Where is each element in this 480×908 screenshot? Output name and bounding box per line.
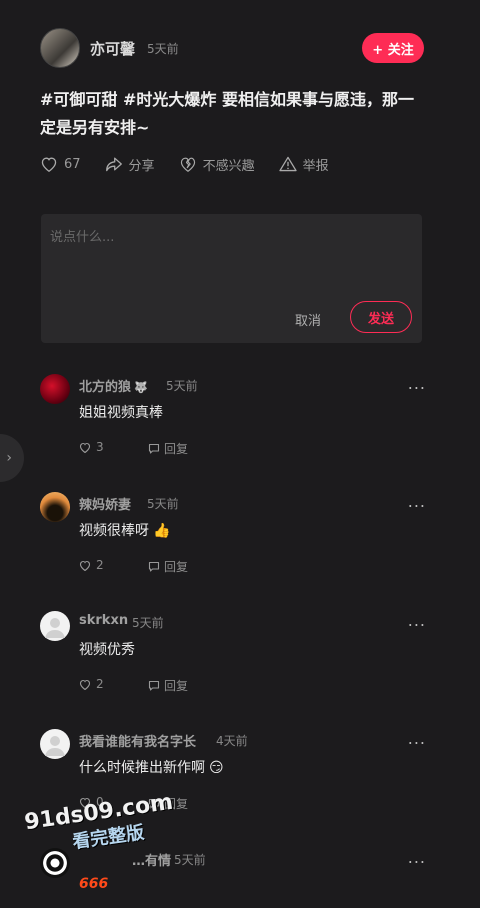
report-button[interactable]: 举报 <box>278 155 329 174</box>
comment-item: 辣妈娇妻 5天前 ... 视频很棒呀 👍 2 回复 <box>40 492 430 602</box>
comment-item: …有情 5天前 ... 666 <box>40 848 430 908</box>
follow-label: + 关注 <box>372 42 414 58</box>
post-time: 5天前 <box>147 41 179 56</box>
comment-like-button[interactable]: 0 <box>79 795 104 809</box>
share-label: 分享 <box>128 158 155 174</box>
comment-time: 5天前 <box>132 616 164 630</box>
not-interested-button[interactable]: 不感兴趣 <box>179 155 255 174</box>
reply-label: 回复 <box>164 797 189 811</box>
commenter-name[interactable]: 辣妈娇妻 <box>79 494 131 513</box>
chevron-right-icon: › <box>6 450 12 466</box>
like-button[interactable]: 67 <box>40 156 81 172</box>
comment-time: 5天前 <box>166 379 198 393</box>
commenter-avatar[interactable] <box>40 611 70 641</box>
warning-icon <box>278 156 297 172</box>
default-avatar-icon <box>45 736 65 756</box>
more-options-button[interactable]: ... <box>408 492 426 511</box>
comment-time: 4天前 <box>216 734 248 748</box>
comment-time: 5天前 <box>147 497 179 511</box>
report-label: 举报 <box>302 158 329 174</box>
comment-text: 什么时候推出新作啊 😏 <box>79 760 224 776</box>
comment-text: 666 <box>79 876 109 892</box>
like-count: 67 <box>64 156 81 172</box>
commenter-avatar[interactable] <box>40 848 70 878</box>
comment-time: 5天前 <box>174 853 206 867</box>
heart-icon <box>41 157 57 172</box>
comment-like-button[interactable]: 2 <box>79 558 104 572</box>
comment-like-count: 3 <box>96 440 104 454</box>
side-panel-toggle[interactable]: › <box>0 434 24 482</box>
comment-text: 视频优秀 <box>79 642 135 658</box>
comment-input[interactable]: 说点什么... <box>50 226 114 245</box>
reply-icon <box>148 798 160 809</box>
commenter-name[interactable]: …有情 <box>132 850 171 869</box>
commenter-name[interactable]: skrkxn <box>79 613 128 628</box>
more-options-button[interactable]: ... <box>408 729 426 748</box>
more-options-button[interactable]: ... <box>408 374 426 393</box>
comment-item: 我看谁能有我名字长 4天前 ... 什么时候推出新作啊 😏 0 回复 <box>40 729 430 839</box>
cancel-button[interactable]: 取消 <box>295 310 321 329</box>
post-caption: #可御可甜 #时光大爆炸 要相信如果事与愿违，那一定是另有安排~ <box>40 90 414 137</box>
comment-text: 视频很棒呀 👍 <box>79 523 171 539</box>
post-actions: 67 分享 不感兴趣 举报 <box>40 150 353 178</box>
post-header: 亦可馨 5天前 + 关注 <box>40 28 424 68</box>
reply-label: 回复 <box>164 560 189 574</box>
wolf-emoji: 🐺 <box>134 381 148 394</box>
comment-like-count: 0 <box>96 795 104 809</box>
thumbs-up-emoji: 👍 <box>153 523 171 539</box>
author-name[interactable]: 亦可馨 <box>90 38 135 59</box>
reply-label: 回复 <box>164 442 189 456</box>
reply-label: 回复 <box>164 679 189 693</box>
comment-like-count: 2 <box>96 677 104 691</box>
smirk-emoji: 😏 <box>209 760 224 776</box>
reply-icon <box>148 443 160 454</box>
comment-reply-button[interactable]: 回复 <box>148 558 188 575</box>
author-avatar[interactable] <box>40 28 80 68</box>
commenter-avatar[interactable] <box>40 729 70 759</box>
comment-reply-button[interactable]: 回复 <box>148 677 188 694</box>
more-options-button[interactable]: ... <box>408 848 426 867</box>
commenter-avatar[interactable] <box>40 374 70 404</box>
commenter-name[interactable]: 我看谁能有我名字长 <box>79 731 196 750</box>
reply-icon <box>148 680 160 691</box>
share-button[interactable]: 分享 <box>105 155 155 174</box>
heart-icon <box>79 442 91 453</box>
comment-item: 北方的狼 🐺 5天前 ... 姐姐视频真棒 3 回复 <box>40 374 430 484</box>
comment-like-button[interactable]: 3 <box>79 440 104 454</box>
commenter-name[interactable]: 北方的狼 🐺 <box>79 376 148 395</box>
comment-reply-button[interactable]: 回复 <box>148 440 188 457</box>
comment-item: skrkxn 5天前 ... 视频优秀 2 回复 <box>40 611 430 721</box>
broken-heart-icon <box>180 157 195 172</box>
more-options-button[interactable]: ... <box>408 611 426 630</box>
comment-like-count: 2 <box>96 558 104 572</box>
not-interested-label: 不感兴趣 <box>202 158 255 174</box>
commenter-avatar[interactable] <box>40 492 70 522</box>
follow-button[interactable]: + 关注 <box>362 33 424 63</box>
share-icon <box>105 157 122 172</box>
comment-composer[interactable]: 说点什么... 取消 发送 <box>41 214 422 343</box>
heart-icon <box>79 679 91 690</box>
reply-icon <box>148 561 160 572</box>
heart-icon <box>79 797 91 808</box>
heart-icon <box>79 560 91 571</box>
comment-reply-button[interactable]: 回复 <box>148 795 188 812</box>
default-avatar-icon <box>45 618 65 638</box>
comment-like-button[interactable]: 2 <box>79 677 104 691</box>
comment-text: 姐姐视频真棒 <box>79 405 163 421</box>
send-button[interactable]: 发送 <box>350 301 412 333</box>
